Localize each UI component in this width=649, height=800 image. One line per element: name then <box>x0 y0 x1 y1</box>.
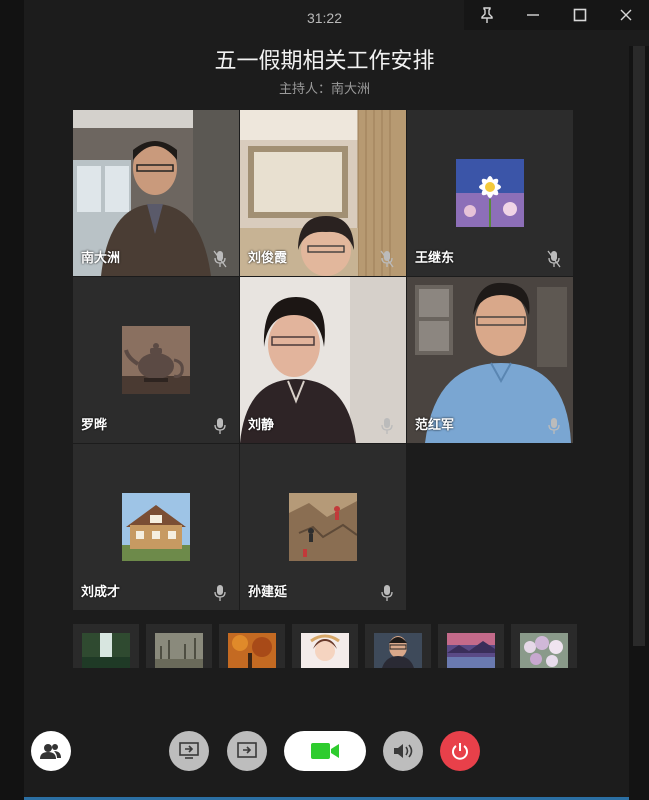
flower-avatar <box>456 159 524 227</box>
participant-tile[interactable]: 刘成才 <box>73 444 239 610</box>
mic-icon <box>381 585 393 601</box>
video-camera-icon <box>311 743 339 759</box>
share-file-button[interactable] <box>227 731 267 771</box>
mic-icon <box>214 418 226 434</box>
climbing-avatar <box>289 493 357 561</box>
flowers-thumbnail <box>520 633 568 668</box>
right-panel-scrollbar[interactable] <box>633 46 645 646</box>
mic-muted-icon <box>547 250 561 268</box>
thumbnail[interactable] <box>146 624 212 668</box>
participant-name: 刘成才 <box>81 584 121 599</box>
maximize-icon <box>573 8 586 22</box>
mic-muted-icon <box>380 250 394 268</box>
meeting-title: 五一假期相关工作安排 <box>214 48 435 73</box>
thumbnail[interactable] <box>365 624 431 668</box>
thumbnail[interactable] <box>73 624 139 668</box>
power-icon <box>452 743 468 760</box>
camera-toggle-button[interactable] <box>284 731 366 771</box>
participant-tile[interactable]: 范红军 <box>407 277 573 443</box>
host-name: 南大洲 <box>331 81 371 96</box>
participant-tile[interactable]: 南大洲 <box>73 110 239 276</box>
participant-thumbnail-strip <box>73 624 583 668</box>
mic-icon <box>548 418 560 434</box>
end-call-button[interactable] <box>440 731 480 771</box>
participant-name: 刘静 <box>248 417 275 432</box>
participants-button[interactable] <box>31 731 71 771</box>
mic-muted-icon <box>213 250 227 268</box>
participant-name: 刘俊霞 <box>248 250 288 265</box>
thumbnail[interactable] <box>438 624 504 668</box>
close-button[interactable] <box>612 3 640 27</box>
teapot-avatar <box>122 326 190 394</box>
minimize-icon <box>527 14 540 16</box>
thumbnail[interactable] <box>292 624 358 668</box>
cartoon-girl-thumbnail <box>301 633 349 668</box>
mic-icon <box>214 585 226 601</box>
participant-tile[interactable]: 刘俊霞 <box>240 110 406 276</box>
thumbnail[interactable] <box>511 624 577 668</box>
foggy-trees-thumbnail <box>155 633 203 668</box>
pin-icon <box>481 7 493 23</box>
host-label: 主持人： <box>278 81 331 96</box>
house-avatar <box>122 493 190 561</box>
participant-name: 罗晔 <box>81 417 108 432</box>
maximize-button[interactable] <box>566 3 594 27</box>
speaker-button[interactable] <box>383 731 423 771</box>
participant-tile[interactable]: 孙建延 <box>240 444 406 610</box>
mic-icon <box>381 418 393 434</box>
sunset-lake-thumbnail <box>447 633 495 668</box>
video-grid: 南大洲 刘俊霞 王继东 罗晔 刘静 范红军 刘成才 孙建延 <box>73 110 573 610</box>
thumbnail[interactable] <box>219 624 285 668</box>
participant-name: 王继东 <box>415 250 455 265</box>
waterfall-thumbnail <box>82 633 130 668</box>
window-controls <box>464 0 649 30</box>
speaker-icon <box>394 744 413 758</box>
participant-tile[interactable]: 刘静 <box>240 277 406 443</box>
participant-tile[interactable]: 罗晔 <box>73 277 239 443</box>
minimize-button[interactable] <box>519 3 547 27</box>
participant-name: 范红军 <box>415 417 455 432</box>
share-screen-button[interactable] <box>169 731 209 771</box>
participant-name: 南大洲 <box>81 250 121 265</box>
man-portrait-thumbnail <box>374 633 422 668</box>
screen-share-icon <box>179 742 199 759</box>
pin-button[interactable] <box>473 3 501 27</box>
meeting-host: 主持人：南大洲 <box>0 78 649 97</box>
people-icon <box>40 744 61 759</box>
file-share-icon <box>237 742 257 758</box>
close-icon <box>620 9 632 21</box>
participant-name: 孙建延 <box>248 584 288 599</box>
participant-tile[interactable]: 王继东 <box>407 110 573 276</box>
left-window-edge <box>0 0 24 800</box>
autumn-leaves-thumbnail <box>228 633 276 668</box>
